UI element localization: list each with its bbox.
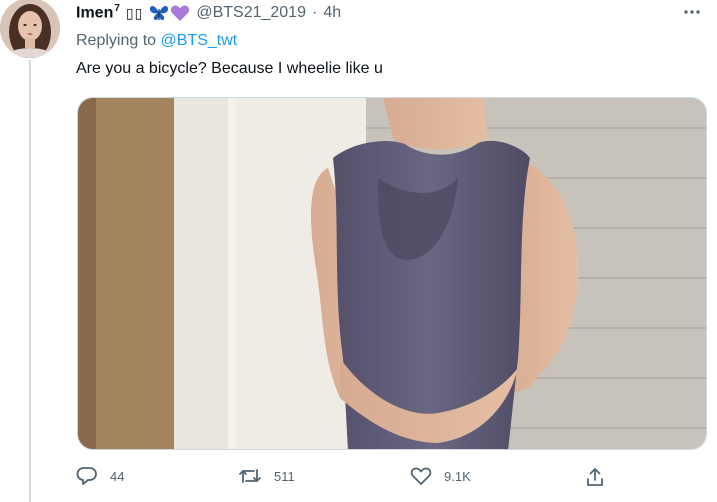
tweet-media[interactable] bbox=[77, 97, 707, 450]
separator: · bbox=[311, 4, 318, 21]
like-count: 9.1K bbox=[444, 468, 471, 484]
like-button[interactable]: 9.1K bbox=[410, 466, 471, 486]
retweet-icon bbox=[239, 469, 261, 483]
author-superscript: 7 bbox=[114, 3, 120, 15]
reply-count: 44 bbox=[110, 468, 125, 484]
tweet-actions: 44 511 9.1K bbox=[76, 466, 616, 494]
avatar[interactable] bbox=[0, 0, 60, 58]
retweet-button[interactable]: 511 bbox=[238, 466, 295, 486]
tweet-text: Are you a bicycle? Because I wheelie lik… bbox=[76, 60, 383, 77]
name-emojis bbox=[149, 4, 190, 22]
author-handle[interactable]: @BTS21_2019 bbox=[196, 4, 306, 22]
timestamp[interactable]: 4h bbox=[323, 4, 341, 22]
share-icon bbox=[587, 468, 603, 486]
reply-button[interactable]: 44 bbox=[76, 466, 124, 486]
thread-line bbox=[29, 60, 31, 502]
media-photo bbox=[78, 98, 706, 449]
like-icon bbox=[410, 467, 432, 485]
more-options-button[interactable] bbox=[680, 2, 704, 22]
more-options-icon bbox=[684, 10, 700, 14]
purple-heart-emoji-icon bbox=[171, 5, 190, 21]
unsupported-glyphs: ▯▯ bbox=[125, 4, 144, 21]
author-name[interactable]: Imen7 bbox=[76, 3, 120, 22]
butterfly-emoji-icon bbox=[150, 5, 169, 20]
share-button[interactable] bbox=[584, 466, 606, 488]
retweet-count: 511 bbox=[274, 468, 295, 484]
replying-to: Replying to @BTS_twt bbox=[76, 32, 237, 50]
replying-to-link[interactable]: @BTS_twt bbox=[161, 32, 238, 49]
avatar-image bbox=[0, 0, 60, 58]
reply-icon bbox=[76, 467, 97, 485]
tweet-header: Imen7 ▯▯ @BTS21_2019 · 4h bbox=[76, 2, 341, 24]
replying-prefix: Replying to bbox=[76, 32, 157, 49]
